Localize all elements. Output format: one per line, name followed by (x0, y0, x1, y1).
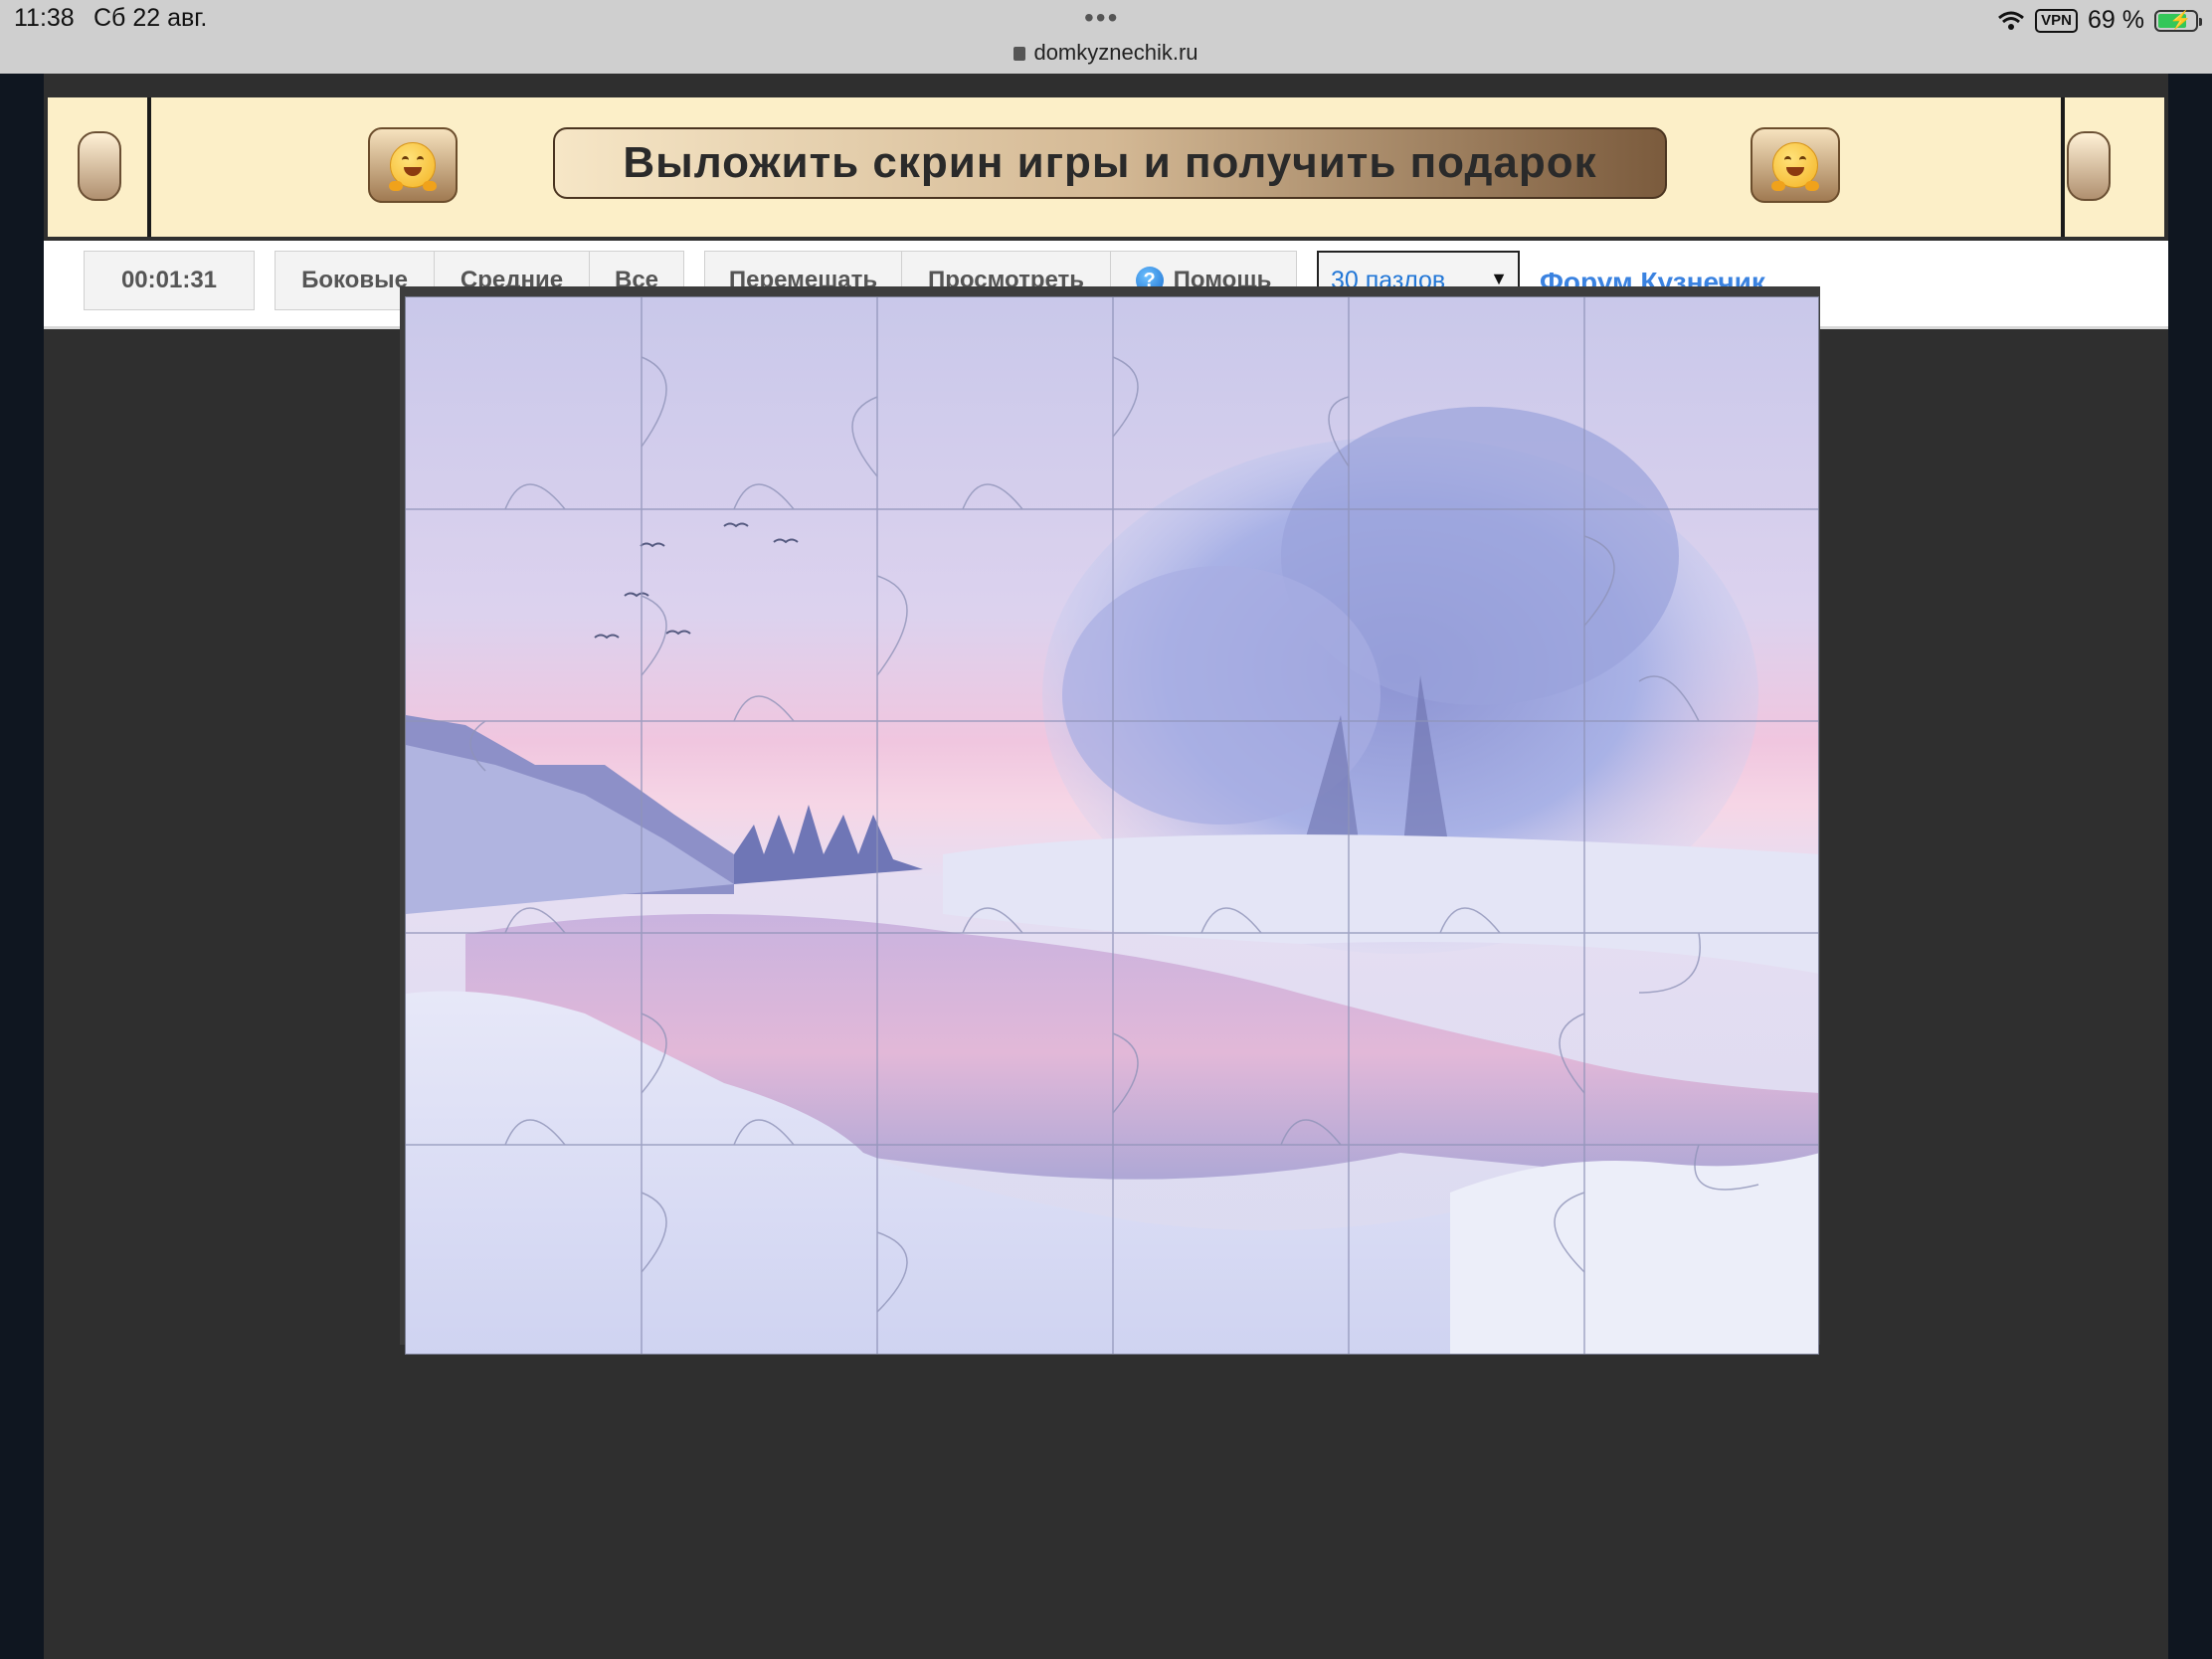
status-bar: 11:38 Сб 22 авг. ••• domkyznechik.ru VPN… (0, 0, 2212, 74)
promo-banner: Выложить скрин игры и получить подарок (48, 97, 2164, 237)
multitask-dots-icon[interactable]: ••• (1084, 2, 1119, 34)
promo-button[interactable]: Выложить скрин игры и получить подарок (553, 127, 1667, 199)
wifi-icon (1997, 11, 2025, 31)
banner-pill-right (2067, 131, 2111, 201)
battery-icon: ⚡ (2154, 9, 2202, 32)
hug-emoji-icon[interactable] (368, 127, 458, 203)
puzzle-image[interactable] (405, 296, 1819, 1355)
timer-display: 00:01:31 (84, 251, 255, 310)
address-bar[interactable]: domkyznechik.ru (0, 40, 2212, 66)
status-date: Сб 22 авг. (93, 4, 208, 32)
hug-emoji-icon[interactable] (1751, 127, 1840, 203)
url-text: domkyznechik.ru (1033, 40, 1198, 65)
vpn-badge: VPN (2035, 8, 2079, 33)
banner-divider (2061, 97, 2065, 237)
battery-percent: 69 % (2088, 6, 2144, 34)
banner-pill-left (78, 131, 121, 201)
banner-divider (147, 97, 151, 237)
winter-landscape-image (406, 297, 1818, 1354)
lock-icon (1014, 47, 1026, 61)
status-time: 11:38 (14, 4, 75, 32)
